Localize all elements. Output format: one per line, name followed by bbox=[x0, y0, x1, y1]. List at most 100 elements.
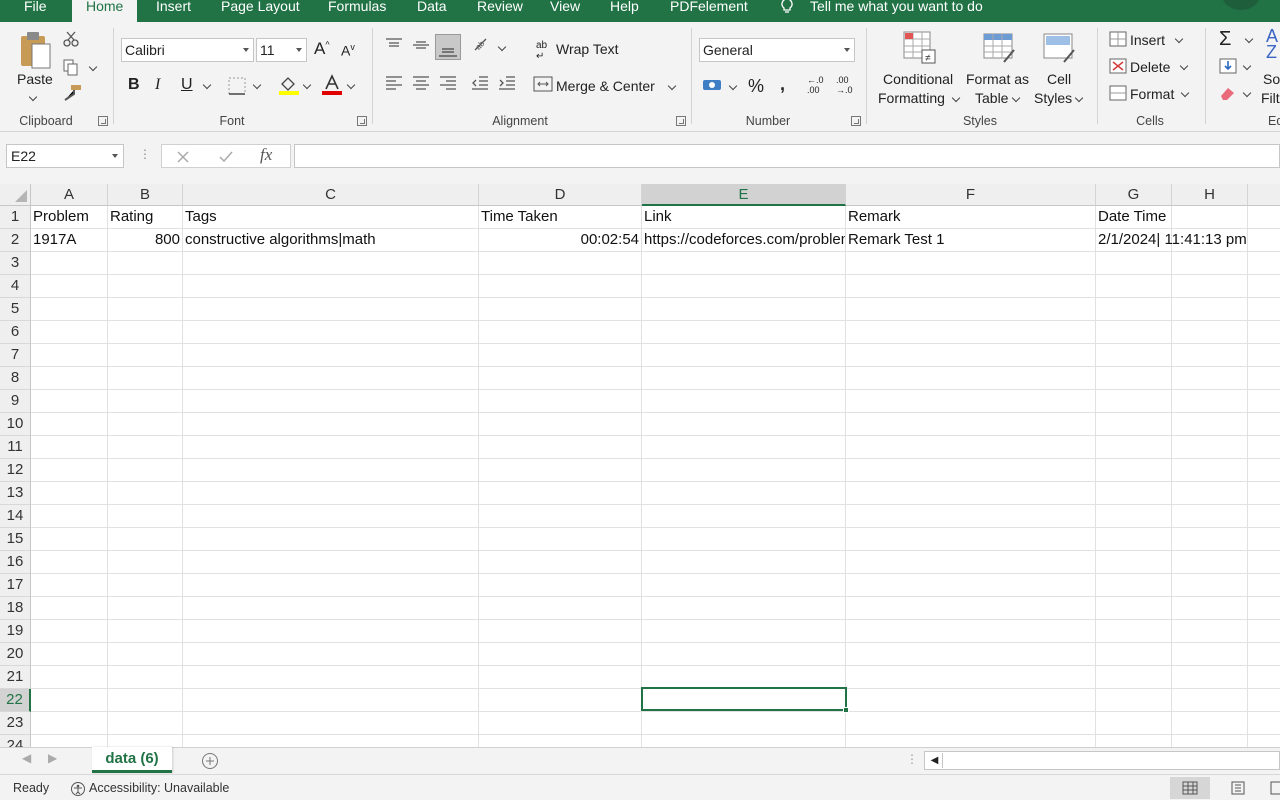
cell[interactable] bbox=[642, 321, 846, 344]
cell[interactable] bbox=[108, 620, 183, 643]
paste-dropdown-chevron-icon[interactable] bbox=[28, 92, 38, 102]
cell[interactable] bbox=[1096, 413, 1172, 436]
cell[interactable] bbox=[846, 643, 1096, 666]
row-header-23[interactable]: 23 bbox=[0, 712, 31, 735]
column-header-i[interactable] bbox=[1248, 184, 1280, 206]
cell[interactable] bbox=[846, 597, 1096, 620]
tab-pdfelement[interactable]: PDFelement bbox=[670, 0, 748, 22]
header-cell[interactable]: Link bbox=[642, 206, 846, 229]
cell[interactable] bbox=[846, 689, 1096, 712]
cell[interactable] bbox=[1172, 321, 1248, 344]
cell[interactable] bbox=[1172, 505, 1248, 528]
cell[interactable] bbox=[1096, 275, 1172, 298]
increase-font-size-icon[interactable]: A^ bbox=[314, 39, 330, 59]
cell[interactable] bbox=[183, 413, 479, 436]
cell[interactable] bbox=[642, 252, 846, 275]
fill-color-dropdown-chevron-icon[interactable] bbox=[302, 80, 312, 90]
cell[interactable] bbox=[31, 689, 108, 712]
cell[interactable] bbox=[1096, 321, 1172, 344]
cell[interactable] bbox=[1172, 206, 1248, 229]
clipboard-launcher-icon[interactable] bbox=[98, 116, 108, 126]
cell[interactable] bbox=[642, 298, 846, 321]
delete-cells-button[interactable]: Delete bbox=[1130, 59, 1170, 75]
borders-dropdown-chevron-icon[interactable] bbox=[252, 80, 262, 90]
cell[interactable] bbox=[1096, 298, 1172, 321]
header-cell[interactable]: Tags bbox=[183, 206, 479, 229]
data-cell[interactable]: 2/1/2024| 11:41:13 pm bbox=[1096, 229, 1247, 252]
cell[interactable] bbox=[846, 275, 1096, 298]
cell[interactable] bbox=[1172, 298, 1248, 321]
top-align-icon[interactable] bbox=[384, 36, 404, 54]
cell[interactable] bbox=[479, 298, 642, 321]
cell[interactable] bbox=[108, 689, 183, 712]
increase-indent-icon[interactable] bbox=[497, 74, 517, 92]
cell[interactable] bbox=[642, 459, 846, 482]
cell[interactable] bbox=[479, 436, 642, 459]
fill-handle[interactable] bbox=[843, 707, 849, 713]
cell[interactable] bbox=[108, 275, 183, 298]
tab-review[interactable]: Review bbox=[477, 0, 523, 22]
data-cell[interactable]: Remark Test 1 bbox=[846, 229, 1096, 252]
cell[interactable] bbox=[1096, 689, 1172, 712]
cell[interactable] bbox=[1248, 321, 1280, 344]
cell[interactable] bbox=[183, 436, 479, 459]
orientation-icon[interactable]: ab bbox=[472, 36, 492, 56]
page-layout-view-icon[interactable] bbox=[1230, 781, 1246, 795]
cell[interactable] bbox=[642, 482, 846, 505]
font-name-dropdown[interactable]: Calibri bbox=[121, 38, 254, 62]
cell[interactable] bbox=[479, 689, 642, 712]
column-header-e[interactable]: E bbox=[642, 184, 846, 206]
alignment-launcher-icon[interactable] bbox=[676, 116, 686, 126]
cell[interactable] bbox=[183, 666, 479, 689]
cell[interactable] bbox=[846, 459, 1096, 482]
data-cell[interactable]: https://codeforces.com/problemset/proble… bbox=[642, 229, 846, 252]
header-cell[interactable]: Date Time bbox=[1096, 206, 1172, 229]
bold-button[interactable]: B bbox=[128, 76, 140, 94]
percent-style-button[interactable]: % bbox=[748, 76, 764, 97]
normal-view-button[interactable] bbox=[1170, 777, 1210, 799]
cell[interactable] bbox=[108, 390, 183, 413]
insert-function-button[interactable]: fx bbox=[260, 145, 272, 165]
header-cell[interactable]: Remark bbox=[846, 206, 1096, 229]
autosum-chevron-icon[interactable] bbox=[1244, 34, 1254, 44]
cell[interactable] bbox=[183, 689, 479, 712]
cell[interactable] bbox=[1248, 689, 1280, 712]
cell[interactable] bbox=[31, 528, 108, 551]
cell[interactable] bbox=[1248, 735, 1280, 747]
cell[interactable] bbox=[846, 505, 1096, 528]
cell[interactable] bbox=[1248, 459, 1280, 482]
cell[interactable] bbox=[642, 528, 846, 551]
row-header-15[interactable]: 15 bbox=[0, 528, 31, 551]
cell[interactable] bbox=[1096, 528, 1172, 551]
cell[interactable] bbox=[846, 298, 1096, 321]
cell[interactable] bbox=[108, 252, 183, 275]
font-size-dropdown[interactable]: 11 bbox=[256, 38, 307, 62]
cell[interactable] bbox=[1096, 735, 1172, 747]
cell[interactable] bbox=[642, 390, 846, 413]
cell[interactable] bbox=[1172, 275, 1248, 298]
accounting-format-icon[interactable] bbox=[702, 76, 724, 94]
merge-center-dropdown-chevron-icon[interactable] bbox=[667, 81, 677, 91]
cell[interactable] bbox=[1096, 597, 1172, 620]
cell[interactable] bbox=[642, 436, 846, 459]
cell[interactable] bbox=[1248, 574, 1280, 597]
cell[interactable] bbox=[108, 321, 183, 344]
cell[interactable] bbox=[183, 321, 479, 344]
cell[interactable] bbox=[183, 275, 479, 298]
fill-down-chevron-icon[interactable] bbox=[1242, 61, 1252, 71]
format-as-table-label[interactable]: Format as bbox=[966, 71, 1029, 87]
cell[interactable] bbox=[479, 482, 642, 505]
cell[interactable] bbox=[108, 344, 183, 367]
cell[interactable] bbox=[183, 505, 479, 528]
horizontal-scrollbar[interactable]: ◀ bbox=[924, 751, 1280, 770]
row-header-19[interactable]: 19 bbox=[0, 620, 31, 643]
row-header-7[interactable]: 7 bbox=[0, 344, 31, 367]
cell[interactable] bbox=[31, 643, 108, 666]
wrap-text-button[interactable]: Wrap Text bbox=[556, 41, 619, 57]
increase-decimal-icon[interactable]: ←.0.00 bbox=[807, 75, 824, 95]
cell[interactable] bbox=[1172, 551, 1248, 574]
cell[interactable] bbox=[1096, 344, 1172, 367]
merge-center-button[interactable]: Merge & Center bbox=[556, 78, 655, 94]
borders-icon[interactable] bbox=[228, 77, 246, 95]
paste-button[interactable]: Paste bbox=[17, 71, 53, 87]
